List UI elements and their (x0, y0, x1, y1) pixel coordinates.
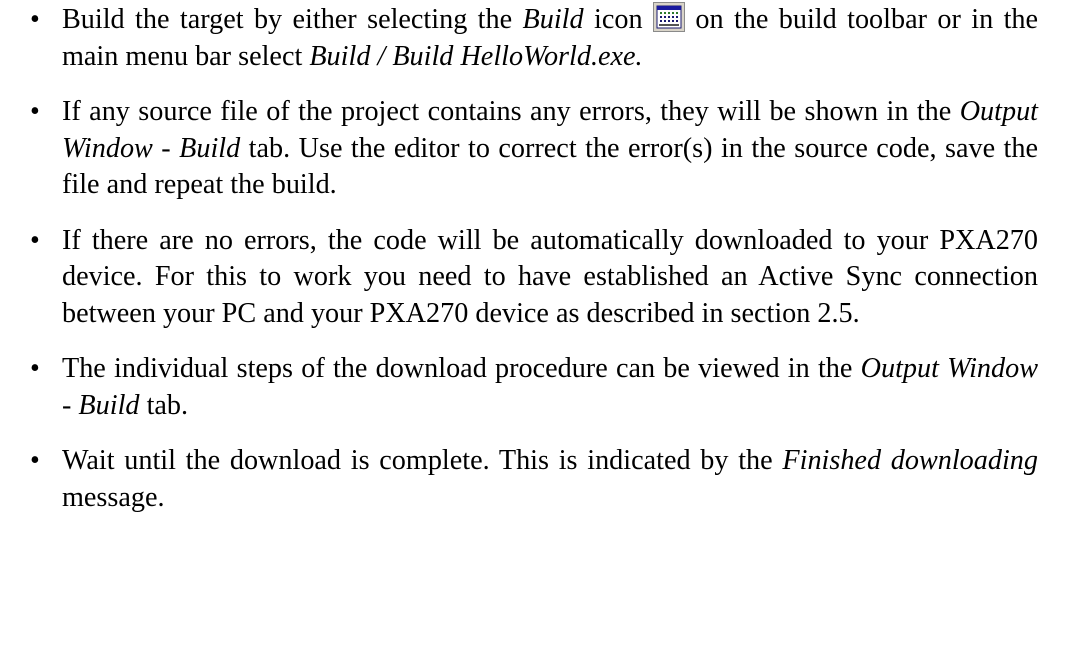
text-run: icon (583, 4, 653, 35)
list-item-wait: • Wait until the download is complete. T… (0, 443, 1038, 516)
list-item-errors: • If any source file of the project cont… (0, 94, 1038, 204)
emphasis-finished: Finished downloading (782, 445, 1038, 476)
build-icon (652, 2, 685, 32)
list-item-download: • If there are no errors, the code will … (0, 223, 1038, 333)
text-run: tab. (139, 389, 189, 421)
instruction-list: • Build the target by either selecting t… (0, 2, 1079, 535)
list-item-build: • Build the target by either selecting t… (0, 2, 1038, 75)
text-run: Build the target by either selecting the (62, 4, 523, 35)
bullet-marker: • (30, 445, 40, 476)
emphasis-menu-path: Build / Build HelloWorld.exe. (309, 40, 643, 72)
bullet-marker: • (30, 224, 40, 256)
document-page: • Build the target by either selecting t… (0, 0, 1079, 659)
bullet-marker: • (30, 4, 40, 35)
text-run: If there are no errors, the code will be… (62, 224, 1038, 329)
text-run: If any source file of the project contai… (62, 96, 960, 127)
text-run: message. (62, 481, 165, 513)
list-item-steps: • The individual steps of the download p… (0, 351, 1038, 424)
bullet-marker: • (30, 353, 40, 384)
text-run: The individual steps of the download pro… (62, 353, 861, 384)
text-run: Wait until the download is complete. Thi… (62, 445, 783, 476)
bullet-marker: • (30, 96, 40, 127)
emphasis-build: Build (522, 4, 584, 35)
